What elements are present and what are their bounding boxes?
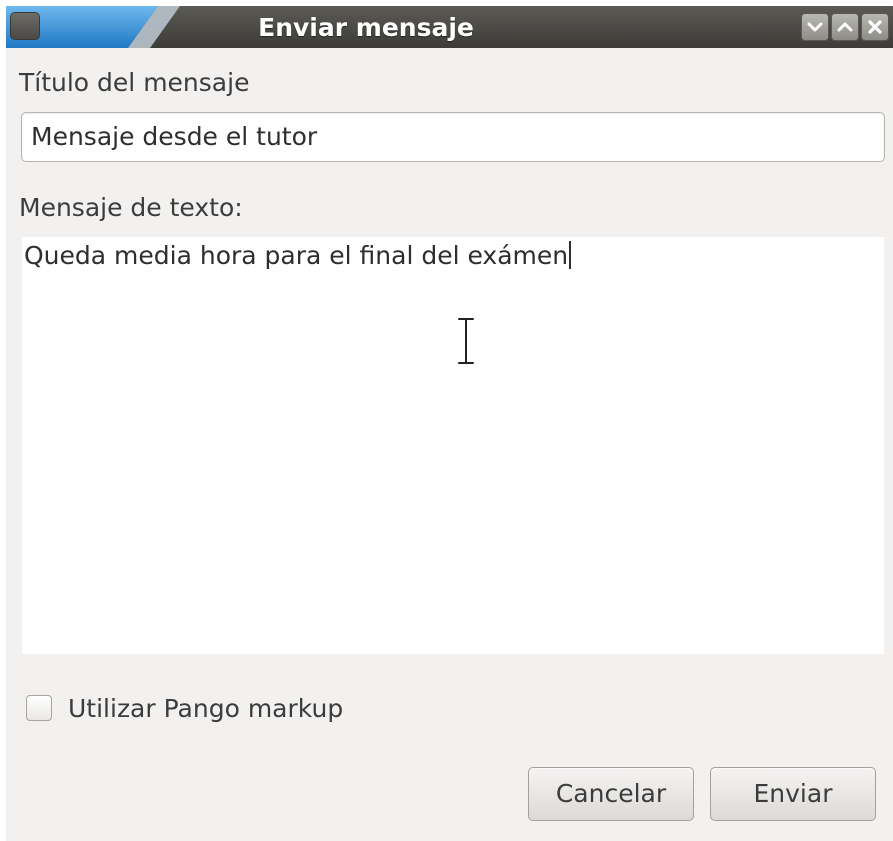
maximize-icon[interactable] [831, 13, 859, 41]
text-cursor-icon [456, 317, 476, 365]
title-field-label: Título del mensaje [19, 68, 250, 97]
pango-markup-checkbox[interactable] [26, 695, 52, 721]
pango-markup-option[interactable]: Utilizar Pango markup [26, 692, 343, 724]
close-icon[interactable] [861, 13, 889, 41]
message-field-label: Mensaje de texto: [19, 193, 243, 222]
message-title-input[interactable]: Mensaje desde el tutor [21, 112, 885, 162]
message-text-area[interactable]: Queda media hora para el final del exáme… [22, 237, 884, 654]
send-message-dialog: Enviar mensaje Título del mensaje Mensaj… [6, 6, 893, 841]
window-title: Enviar mensaje [258, 13, 474, 42]
pango-markup-label: Utilizar Pango markup [68, 693, 344, 723]
title-bar[interactable]: Enviar mensaje [6, 6, 893, 48]
cancel-button[interactable]: Cancelar [528, 767, 694, 821]
window-controls [801, 13, 889, 41]
message-text: Queda media hora para el final del exáme… [24, 241, 569, 270]
minimize-icon[interactable] [801, 13, 829, 41]
window-menu-icon[interactable] [10, 12, 40, 40]
send-button[interactable]: Enviar [710, 767, 876, 821]
text-caret [569, 241, 572, 269]
